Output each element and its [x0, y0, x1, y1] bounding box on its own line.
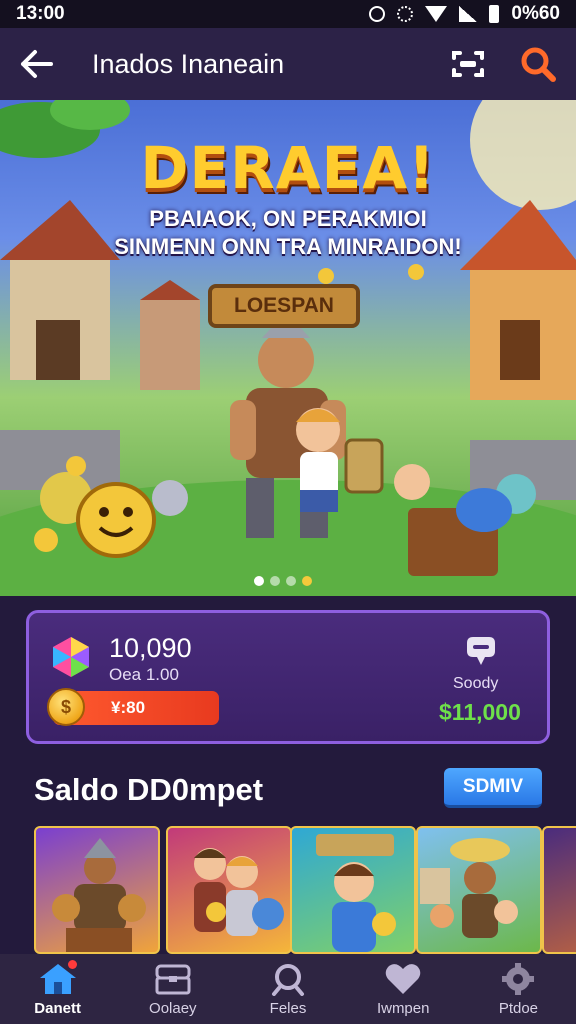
battery-icon [489, 5, 500, 23]
coin-icon: $ [47, 688, 85, 726]
heart-icon [385, 963, 421, 994]
chest-icon [155, 964, 191, 994]
wallet-balance: 10,090 [109, 633, 192, 663]
scan-frame-icon [452, 51, 484, 77]
banner-title: DERAEA! [140, 134, 436, 202]
game-card[interactable] [166, 826, 292, 954]
banner-subtitle-1: PBAIAOK, ON PERAKMIOI [149, 206, 427, 231]
nav-label: Feles [269, 999, 307, 1017]
banner-subtitle-2: SINMENN ONN TRA MINRAIDON! [114, 234, 462, 259]
banner-sign: LOESPAN [208, 284, 360, 328]
boy-hero-card-art [316, 834, 396, 952]
nav-label: Iwmpen [376, 999, 430, 1017]
game-card[interactable] [542, 826, 576, 954]
magnifier-icon [272, 963, 304, 996]
back-arrow-icon [21, 50, 53, 78]
nav-item-search[interactable]: Feles [230, 954, 345, 1024]
bottom-nav: Danett Oolaey Feles Iwmpen Ptdoe [0, 954, 576, 1024]
wifi-icon [425, 6, 448, 22]
app-bar: Inados Inaneain [0, 28, 576, 100]
carousel-dot[interactable] [254, 576, 264, 586]
section-view-button[interactable]: SDMIV [444, 768, 542, 808]
wallet-amount: $11,000 [439, 699, 521, 725]
wallet-card[interactable]: 10,090 Oea 1.00 ¥:80 $ Soody $11,000 [26, 610, 550, 744]
duo-heroes-card-art [194, 848, 284, 936]
nav-label: Danett [34, 999, 81, 1017]
carousel-dot[interactable] [286, 576, 296, 586]
settings-icon [397, 6, 414, 22]
wallet-subtext: Oea 1.00 [109, 665, 179, 684]
bonus-value: ¥:80 [111, 698, 146, 717]
village-card-art [420, 838, 518, 938]
scan-button[interactable] [446, 42, 490, 86]
nav-label: Ptdoe [498, 999, 539, 1017]
status-right-text: 0%60 [511, 3, 560, 24]
carousel-dot[interactable] [302, 576, 312, 586]
status-bar: 13:00 0%60 [0, 0, 576, 28]
page-title: Inados Inaneain [92, 48, 285, 79]
carousel-indicator[interactable] [254, 576, 312, 586]
search-button[interactable] [516, 42, 560, 86]
nav-item-favorites[interactable]: Iwmpen [346, 954, 461, 1024]
gear-icon [502, 962, 535, 995]
warrior-card-art [52, 838, 146, 952]
nav-label: Oolaey [149, 999, 197, 1017]
notification-dot [68, 960, 77, 969]
nav-item-settings[interactable]: Ptdoe [461, 954, 576, 1024]
game-card[interactable] [290, 826, 416, 954]
promo-banner[interactable]: DERAEA! PBAIAOK, ON PERAKMIOI SINMENN ON… [0, 100, 576, 596]
section-title: Saldo DD0mpet [34, 772, 264, 807]
alarm-icon [369, 6, 386, 22]
coin-symbol: $ [60, 696, 71, 717]
signal-icon [459, 6, 478, 22]
wallet-label: Soody [453, 675, 499, 692]
game-card-row [34, 826, 576, 954]
game-card[interactable] [34, 826, 160, 954]
chat-bubble-icon[interactable] [463, 633, 499, 669]
game-card[interactable] [416, 826, 542, 954]
gem-icon [53, 637, 89, 677]
search-icon [521, 47, 556, 82]
carousel-dot[interactable] [270, 576, 280, 586]
status-time: 13:00 [16, 3, 65, 24]
status-icons: 0%60 [369, 3, 560, 25]
nav-item-chest[interactable]: Oolaey [115, 954, 230, 1024]
back-button[interactable] [16, 44, 56, 84]
nav-item-home[interactable]: Danett [0, 954, 115, 1024]
